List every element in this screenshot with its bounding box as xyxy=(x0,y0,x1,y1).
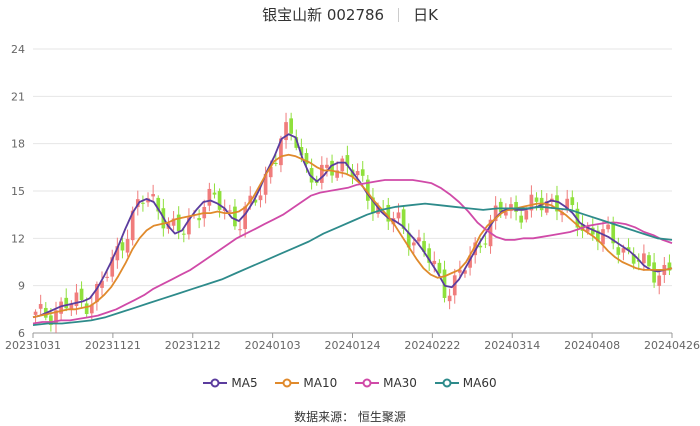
candle-body xyxy=(657,275,662,286)
candle-body xyxy=(616,247,621,255)
candle-body xyxy=(151,194,155,197)
candle-body xyxy=(141,202,145,204)
x-tick-label: 20240314 xyxy=(484,339,540,352)
legend-item-ma30[interactable]: MA30 xyxy=(355,376,417,390)
candle-body xyxy=(233,206,237,227)
data-source: 数据来源： 恒生聚源 xyxy=(294,410,406,424)
x-tick-label: 20240408 xyxy=(564,339,620,352)
legend-marker-ma60 xyxy=(434,378,459,388)
candle-body xyxy=(642,253,646,264)
candle-body xyxy=(417,237,421,242)
candle-body xyxy=(412,242,416,246)
legend-label-ma60: MA60 xyxy=(462,376,497,390)
candle-body xyxy=(38,304,43,309)
candle-body xyxy=(432,260,437,265)
x-tick-label: 20231212 xyxy=(165,339,221,352)
candle-body xyxy=(483,243,488,245)
y-tick-label: 18 xyxy=(11,138,25,151)
candle-body xyxy=(652,262,656,283)
candle-body xyxy=(325,164,329,168)
y-tick-label: 9 xyxy=(18,280,25,293)
candle-body xyxy=(33,311,38,315)
candle-body xyxy=(360,169,365,176)
candle-body xyxy=(289,118,293,134)
x-tick-label: 20240103 xyxy=(245,339,301,352)
legend-item-ma10[interactable]: MA10 xyxy=(275,376,337,390)
x-tick-label: 20231121 xyxy=(85,339,141,352)
candle-body xyxy=(519,215,524,223)
candle-body xyxy=(273,162,278,164)
candle-body xyxy=(212,192,217,195)
legend: MA5 MA10 MA30 MA60 xyxy=(0,376,700,391)
candle-body xyxy=(238,229,242,231)
x-tick-label: 20240222 xyxy=(404,339,460,352)
candle-body xyxy=(396,212,401,219)
legend-marker-ma10 xyxy=(275,378,300,388)
candle-body xyxy=(217,191,222,210)
candle-body xyxy=(647,255,651,267)
x-tick-label: 20240426 xyxy=(644,339,700,352)
candle-body xyxy=(105,276,109,278)
candle-body xyxy=(181,233,186,235)
candle-body xyxy=(524,210,529,220)
candle-body xyxy=(601,229,605,245)
legend-marker-ma30 xyxy=(355,378,380,388)
kline-chart: 69121518212420231031 20231121 20231212 2024… xyxy=(5,43,700,352)
legend-label-ma10: MA10 xyxy=(303,376,338,390)
candle-body xyxy=(64,297,69,309)
candle-body xyxy=(125,239,130,253)
candle-body xyxy=(197,218,201,221)
candle-body xyxy=(478,245,483,248)
legend-label-ma30: MA30 xyxy=(383,376,417,390)
legend-item-ma60[interactable]: MA60 xyxy=(434,376,497,390)
candle-body xyxy=(606,224,610,230)
candle-body xyxy=(227,210,232,212)
candle-body xyxy=(447,295,452,302)
candle-body xyxy=(355,171,360,176)
legend-item-ma5[interactable]: MA5 xyxy=(203,376,258,390)
candle-body xyxy=(340,158,345,172)
candle-body xyxy=(534,197,539,202)
candle-body xyxy=(330,160,334,176)
candle-body xyxy=(570,197,575,206)
x-tick-label: 20240124 xyxy=(325,339,381,352)
candle-body xyxy=(258,195,263,201)
candle-body xyxy=(319,164,324,183)
y-tick-label: 24 xyxy=(11,43,25,56)
legend-marker-ma5 xyxy=(203,378,228,388)
candle-body xyxy=(243,206,247,230)
y-tick-label: 15 xyxy=(11,185,25,198)
candle-body xyxy=(84,303,89,315)
y-tick-label: 21 xyxy=(11,90,25,103)
x-tick-label: 20231031 xyxy=(5,339,61,352)
candle-body xyxy=(120,242,125,251)
candle-body xyxy=(437,262,442,274)
candle-body xyxy=(176,214,181,232)
candle-body xyxy=(207,188,212,206)
y-tick-label: 12 xyxy=(11,232,25,245)
candle-body xyxy=(79,288,84,301)
legend-label-ma5: MA5 xyxy=(231,376,258,390)
